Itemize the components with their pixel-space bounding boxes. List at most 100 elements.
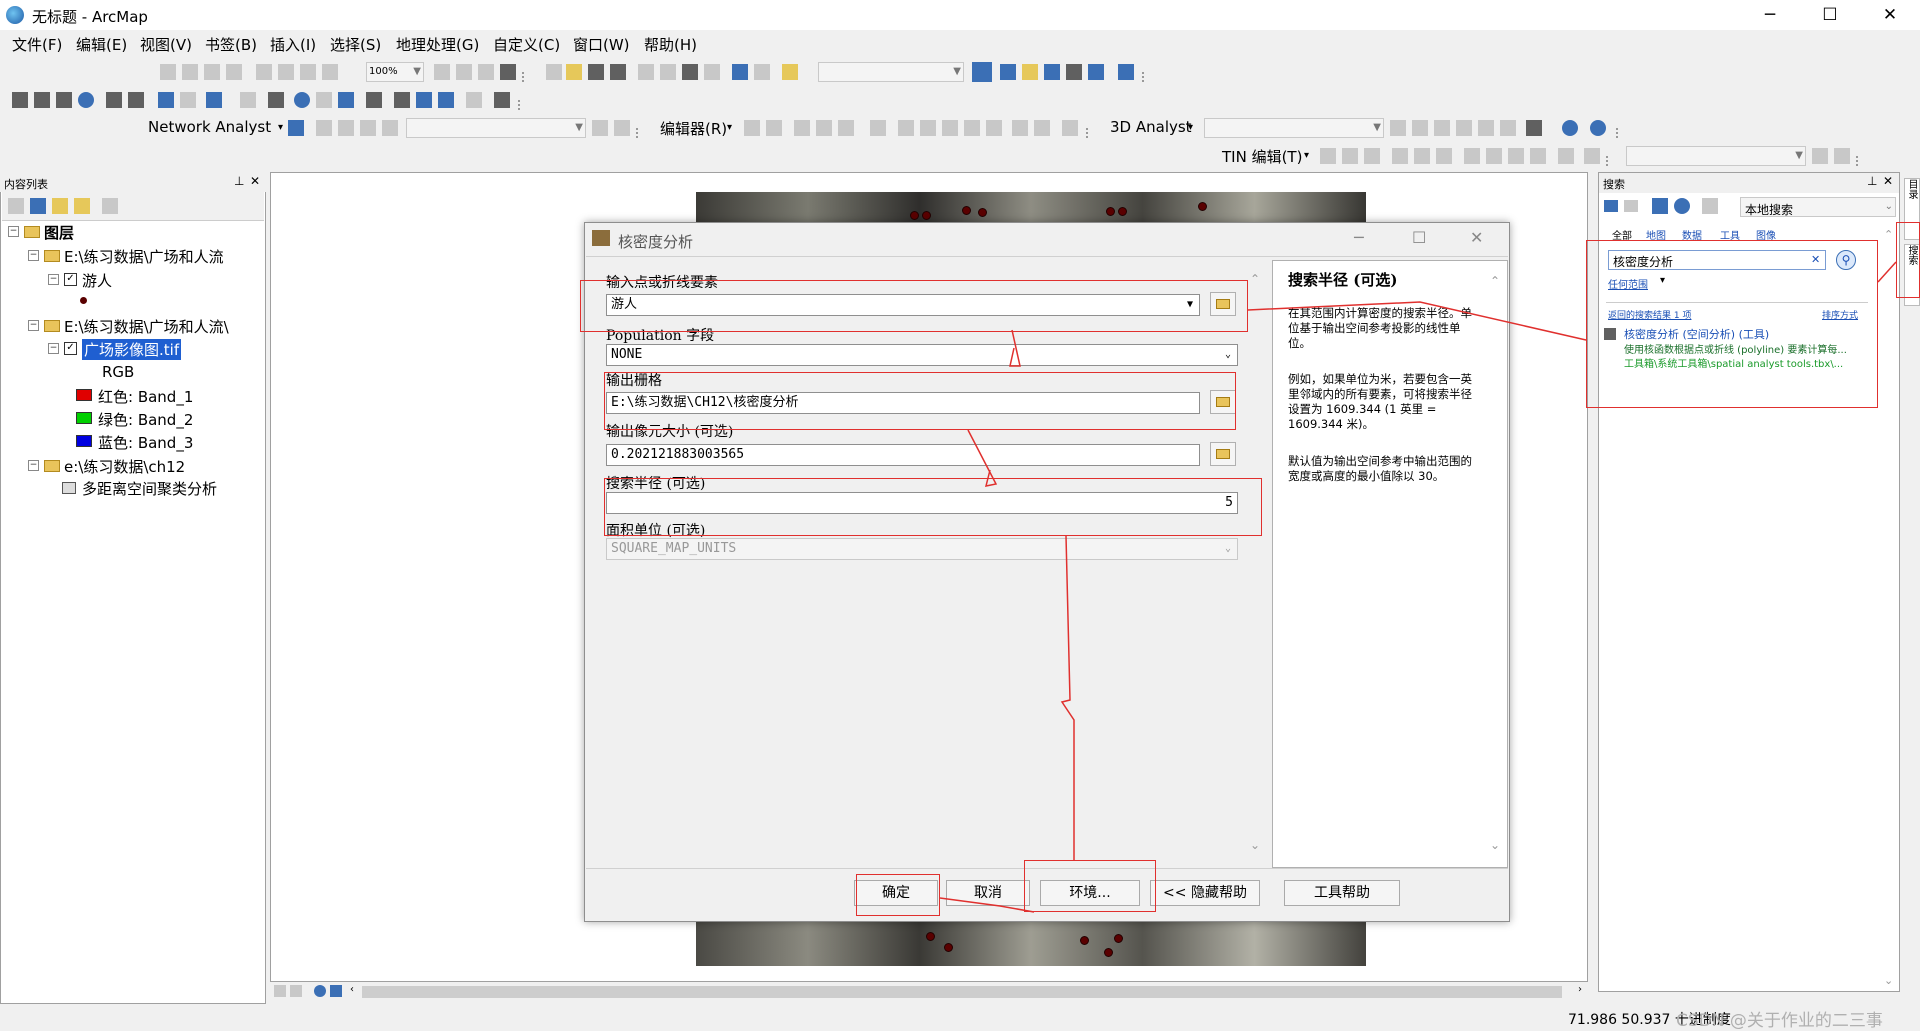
steepest-path-icon[interactable]	[1412, 120, 1428, 136]
catalog-icon[interactable]	[1022, 64, 1038, 80]
menu-selection[interactable]: 选择(S)	[330, 34, 381, 55]
find-icon[interactable]	[394, 92, 410, 108]
add-tin-point-icon[interactable]	[1320, 148, 1336, 164]
zoom-in-icon[interactable]	[12, 92, 28, 108]
hyperlink-icon[interactable]	[338, 92, 354, 108]
delete-tin-triangle-icon[interactable]	[1436, 148, 1452, 164]
interpolate-line-icon[interactable]	[1478, 120, 1494, 136]
rotate-icon[interactable]	[986, 120, 1002, 136]
collapse-icon[interactable]: −	[28, 460, 39, 471]
minimize-button[interactable]: ─	[1740, 0, 1800, 30]
edit-annotation-icon[interactable]	[766, 120, 782, 136]
select-move-location-icon[interactable]	[338, 120, 354, 136]
extent-forward-icon[interactable]	[300, 64, 316, 80]
back-arrow-icon[interactable]	[1604, 200, 1618, 212]
tool-help-button[interactable]: 工具帮助	[1284, 880, 1400, 906]
network-analyst-menu[interactable]: Network Analyst	[148, 118, 271, 136]
close-icon[interactable]: ✕	[250, 174, 260, 188]
delete-icon[interactable]	[704, 64, 720, 80]
interpolate-point-icon[interactable]	[1456, 120, 1472, 136]
3d-layer-combo[interactable]: ▼	[1204, 118, 1384, 138]
trace-icon[interactable]	[838, 120, 854, 136]
collapse-icon[interactable]: −	[48, 343, 59, 354]
hand-pan-icon[interactable]	[56, 92, 72, 108]
cut-polygons-icon[interactable]	[942, 120, 958, 136]
dialog-maximize-button[interactable]: ☐	[1412, 228, 1426, 247]
toc-layer-raster[interactable]: 广场影像图.tif	[82, 339, 182, 360]
find-route-icon[interactable]	[416, 92, 432, 108]
redo-icon[interactable]	[754, 64, 770, 80]
directions-icon[interactable]	[592, 120, 608, 136]
measure-icon[interactable]	[366, 92, 382, 108]
new-document-icon[interactable]	[546, 64, 562, 80]
layer-visibility-checkbox[interactable]: ✓	[64, 273, 77, 286]
data-frame-icon[interactable]	[478, 64, 494, 80]
refresh-view-icon[interactable]	[314, 985, 326, 997]
collapse-icon[interactable]: −	[28, 320, 39, 331]
arcscene-icon[interactable]	[1562, 120, 1578, 136]
arcglobe-icon[interactable]	[1590, 120, 1606, 136]
refresh-icon[interactable]	[500, 64, 516, 80]
close-icon[interactable]: ✕	[1883, 174, 1893, 188]
3d-analyst-menu[interactable]: 3D Analyst	[1110, 118, 1192, 136]
toolbar-grip[interactable]	[636, 128, 644, 138]
editor-menu[interactable]: 编辑器(R)	[660, 118, 727, 139]
chevron-down-icon[interactable]: ⌄	[1225, 347, 1231, 363]
identify-icon[interactable]	[294, 92, 310, 108]
params-scrollbar[interactable]: ⌃ ⌄	[1248, 272, 1264, 858]
tin-edit-menu[interactable]: TIN 编辑(T)	[1222, 146, 1302, 167]
toc-layer-tourists[interactable]: 游人	[82, 270, 112, 291]
interpolate-polygon-icon[interactable]	[1500, 120, 1516, 136]
toolbar-grip[interactable]	[518, 100, 526, 110]
layout-view-icon[interactable]	[290, 985, 302, 997]
refresh-icon[interactable]	[1674, 198, 1690, 214]
scroll-up-icon[interactable]: ⌃	[1490, 274, 1500, 288]
toolbar-grip[interactable]	[522, 72, 530, 82]
dropdown-arrow-icon[interactable]: ▾	[727, 122, 732, 133]
sketch-properties-icon[interactable]	[1034, 120, 1050, 136]
go-to-xy-icon[interactable]	[438, 92, 454, 108]
python-window-icon[interactable]	[1088, 64, 1104, 80]
toolbar-grip[interactable]	[1606, 156, 1614, 166]
straight-segment-icon[interactable]	[794, 120, 810, 136]
line-of-sight-icon[interactable]	[1434, 120, 1450, 136]
list-by-selection-icon[interactable]	[74, 198, 90, 214]
pause-draw-icon[interactable]	[330, 985, 342, 997]
collapse-icon[interactable]: −	[28, 250, 39, 261]
end-point-arc-icon[interactable]	[816, 120, 832, 136]
menu-insert[interactable]: 插入(I)	[270, 34, 316, 55]
view-options-icon[interactable]	[1702, 198, 1718, 214]
split-icon[interactable]	[964, 120, 980, 136]
network-layer-combo[interactable]: ▼	[406, 118, 586, 138]
tin-cut-icon[interactable]	[1584, 148, 1600, 164]
map-horizontal-scrollbar[interactable]: ‹ ›	[270, 982, 1588, 1002]
fixed-zoom-in-icon[interactable]	[106, 92, 122, 108]
print-icon[interactable]	[610, 64, 626, 80]
cut-icon[interactable]	[160, 64, 176, 80]
menu-bookmarks[interactable]: 书签(B)	[205, 34, 257, 55]
collapse-icon[interactable]: −	[48, 274, 59, 285]
menu-view[interactable]: 视图(V)	[140, 34, 192, 55]
toc-group-3[interactable]: e:\练习数据\ch12	[64, 456, 185, 477]
extent-back-icon[interactable]	[278, 64, 294, 80]
menu-geoprocessing[interactable]: 地理处理(G)	[396, 34, 479, 55]
open-icon[interactable]	[566, 64, 582, 80]
tin-pointer-icon[interactable]	[1812, 148, 1828, 164]
add-tin-line-icon[interactable]	[1342, 148, 1358, 164]
full-extent-icon[interactable]	[256, 64, 272, 80]
move-node-icon[interactable]	[1508, 148, 1524, 164]
add-data-icon[interactable]	[782, 64, 798, 80]
data-view-icon[interactable]	[274, 985, 286, 997]
paste-icon[interactable]	[682, 64, 698, 80]
chevron-down-icon[interactable]: ⌄	[1225, 541, 1231, 557]
layout-icon[interactable]	[434, 64, 450, 80]
tin-edit-tool-icon[interactable]	[1558, 148, 1574, 164]
menu-customize[interactable]: 自定义(C)	[493, 34, 560, 55]
dialog-minimize-button[interactable]: ─	[1354, 228, 1364, 247]
undo-icon[interactable]	[732, 64, 748, 80]
fixed-zoom-out-icon[interactable]	[128, 92, 144, 108]
cell-size-input[interactable]: 0.202121883003565	[606, 444, 1200, 466]
contour-icon[interactable]	[1390, 120, 1406, 136]
area-units-select[interactable]: SQUARE_MAP_UNITS ⌄	[606, 538, 1238, 560]
toc-group-2[interactable]: E:\练习数据\广场和人流\	[64, 316, 229, 337]
